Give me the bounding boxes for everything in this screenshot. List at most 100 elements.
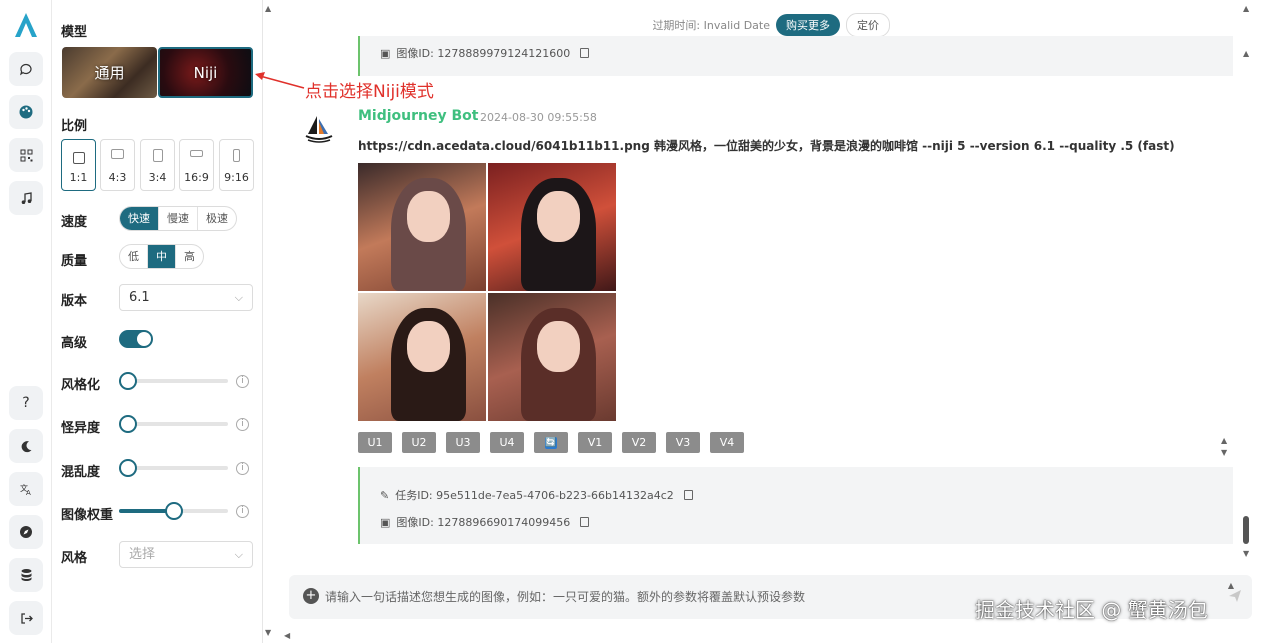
style-placeholder: 选择 xyxy=(129,547,156,562)
ratio-option-1-1[interactable]: 1:1 xyxy=(61,139,96,191)
generated-image-1[interactable] xyxy=(358,163,486,291)
task-id-line: ✎ 任务ID: 95e511de-7ea5-4706-b223-66b14132… xyxy=(380,487,693,503)
generated-image-4[interactable] xyxy=(488,293,616,421)
copy-icon[interactable] xyxy=(580,48,590,58)
generated-image-grid[interactable] xyxy=(358,163,616,421)
pricing-button[interactable]: 定价 xyxy=(846,13,890,37)
toggle-knob xyxy=(137,332,151,346)
slider-thumb[interactable] xyxy=(119,459,137,477)
watermark-text: 掘金技术社区 @ 蟹黄汤包 xyxy=(975,598,1208,622)
quality-option-high[interactable]: 高 xyxy=(176,245,203,268)
svg-text:A: A xyxy=(26,489,31,496)
music-icon[interactable] xyxy=(9,181,43,215)
weird-slider[interactable] xyxy=(119,415,228,433)
reroll-button[interactable]: 🔄 xyxy=(534,432,568,453)
translate-icon[interactable]: 文A xyxy=(9,472,43,506)
ratio-option-3-4[interactable]: 3:4 xyxy=(140,139,175,191)
palette-icon[interactable] xyxy=(9,95,43,129)
upscale-4-button[interactable]: U4 xyxy=(490,432,524,453)
database-icon[interactable] xyxy=(9,558,43,592)
style-select[interactable]: 选择 ⌵ xyxy=(119,541,253,568)
action-buttons: U1 U2 U3 U4 🔄 V1 V2 V3 V4 xyxy=(358,432,744,453)
ratio-label-text: 9:16 xyxy=(224,171,249,184)
panel-scroll-down-icon[interactable]: ▼ xyxy=(265,628,271,637)
quality-selector: 低 中 高 xyxy=(119,244,204,269)
image-icon: ▣ xyxy=(380,515,391,529)
scrollbar-thumb[interactable] xyxy=(1243,516,1249,544)
variation-1-button[interactable]: V1 xyxy=(578,432,612,453)
version-select[interactable]: 6.1 ⌵ xyxy=(119,284,253,311)
slider-thumb[interactable] xyxy=(119,372,137,390)
model-option-niji[interactable]: Niji xyxy=(158,47,253,98)
variation-2-button[interactable]: V2 xyxy=(622,432,656,453)
moon-icon[interactable] xyxy=(9,429,43,463)
bot-name: Midjourney Bot xyxy=(358,108,479,124)
ratio-label: 比例 xyxy=(61,119,88,134)
ratio-option-4-3[interactable]: 4:3 xyxy=(100,139,135,191)
model-option-label: Niji xyxy=(193,63,218,82)
panel-scroll-up-icon[interactable]: ▲ xyxy=(265,4,271,13)
speed-label: 速度 xyxy=(61,215,88,230)
upscale-1-button[interactable]: U1 xyxy=(358,432,392,453)
scroll-left-icon[interactable]: ◀ xyxy=(284,631,290,640)
buy-more-button[interactable]: 购买更多 xyxy=(776,14,840,36)
generated-image-3[interactable] xyxy=(358,293,486,421)
info-icon[interactable]: i xyxy=(236,375,249,388)
reroll-icon: 🔄 xyxy=(545,436,557,449)
info-icon[interactable]: i xyxy=(236,505,249,518)
upscale-3-button[interactable]: U3 xyxy=(446,432,480,453)
advanced-toggle[interactable] xyxy=(119,330,153,348)
speed-selector: 快速 慢速 极速 xyxy=(119,206,237,231)
prompt-text: https://cdn.acedata.cloud/6041b11b11.png… xyxy=(358,139,1175,153)
expire-text: 过期时间: Invalid Date xyxy=(652,19,770,32)
send-icon[interactable] xyxy=(1228,589,1242,603)
help-icon[interactable]: ? xyxy=(9,386,43,420)
task-id: 任务ID: 95e511de-7ea5-4706-b223-66b14132a4… xyxy=(395,489,674,502)
info-icon[interactable]: i xyxy=(236,462,249,475)
variation-4-button[interactable]: V4 xyxy=(710,432,744,453)
image-id: 图像ID: 1278896690174099456 xyxy=(396,516,571,529)
quality-label: 质量 xyxy=(61,254,88,269)
model-label: 模型 xyxy=(61,25,88,40)
ratio-shape xyxy=(152,149,163,162)
add-attachment-icon[interactable]: + xyxy=(303,588,319,604)
model-option-general[interactable]: 通用 xyxy=(62,47,157,98)
logout-icon[interactable] xyxy=(9,601,43,635)
quality-option-medium[interactable]: 中 xyxy=(148,245,176,268)
ratio-option-9-16[interactable]: 9:16 xyxy=(219,139,254,191)
info-icon[interactable]: i xyxy=(236,418,249,431)
variation-3-button[interactable]: V3 xyxy=(666,432,700,453)
image-icon: ▣ xyxy=(380,46,391,60)
scroll-down-icon[interactable]: ▼ xyxy=(1243,549,1249,558)
scroll-up-small-icon[interactable]: ▲ xyxy=(1221,436,1227,445)
generated-image-2[interactable] xyxy=(488,163,616,291)
copy-icon[interactable] xyxy=(580,517,590,527)
slider-thumb[interactable] xyxy=(164,502,183,520)
slider-thumb[interactable] xyxy=(119,415,137,433)
task-info: ✎ 任务ID: 95e511de-7ea5-4706-b223-66b14132… xyxy=(358,467,1233,544)
ratio-label-text: 4:3 xyxy=(108,171,127,184)
ratio-label-text: 3:4 xyxy=(148,171,167,184)
scroll-top-icon[interactable]: ▲ xyxy=(1243,4,1249,13)
quality-option-low[interactable]: 低 xyxy=(120,245,148,268)
scroll-down-small-icon[interactable]: ▼ xyxy=(1221,448,1227,457)
speed-option-relax[interactable]: 慢速 xyxy=(159,207,198,230)
speed-option-turbo[interactable]: 极速 xyxy=(198,207,236,230)
copy-icon[interactable] xyxy=(683,490,693,500)
app-logo-icon[interactable] xyxy=(11,10,41,40)
compass-icon[interactable] xyxy=(9,515,43,549)
qrcode-icon[interactable] xyxy=(9,138,43,172)
ratio-option-16-9[interactable]: 16:9 xyxy=(179,139,214,191)
chaos-slider[interactable] xyxy=(119,459,228,477)
chat-icon[interactable] xyxy=(9,52,43,86)
scroll-up-icon[interactable]: ▲ xyxy=(1243,49,1249,58)
image-weight-label: 图像权重 xyxy=(61,508,114,523)
speed-option-fast[interactable]: 快速 xyxy=(120,207,159,230)
stylize-slider[interactable] xyxy=(119,372,228,390)
advanced-label: 高级 xyxy=(61,336,88,351)
pencil-icon: ✎ xyxy=(380,488,390,502)
style-label: 风格 xyxy=(61,551,88,566)
midjourney-bot-avatar xyxy=(305,116,333,143)
upscale-2-button[interactable]: U2 xyxy=(402,432,436,453)
image-weight-slider[interactable] xyxy=(119,502,228,520)
